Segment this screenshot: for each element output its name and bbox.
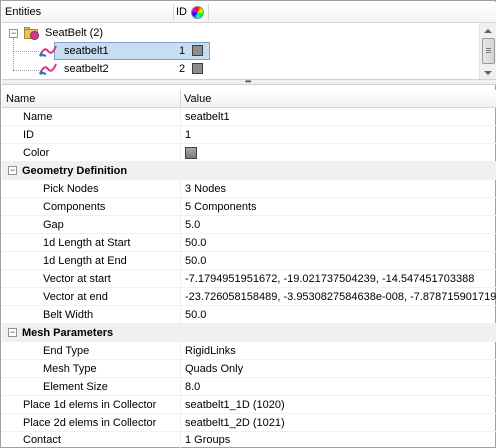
tree-header: Entities ID [2,2,496,23]
property-row-id[interactable]: ID 1 [2,126,496,144]
property-row-belt-width[interactable]: Belt Width 50.0 [2,306,496,324]
panel-splitter[interactable]: ••• [2,77,496,86]
property-row-components[interactable]: Components 5 Components [2,198,496,216]
collapse-icon[interactable]: − [8,328,17,337]
property-value[interactable]: 50.0 [185,237,206,249]
collapse-icon[interactable]: − [8,166,17,175]
property-row-1d-length-start[interactable]: 1d Length at Start 50.0 [2,234,496,252]
property-row-2d-collector[interactable]: Place 2d elems in Collector seatbelt1_2D… [2,414,496,432]
property-label: Place 1d elems in Collector [23,399,157,411]
property-label: Element Size [43,381,108,393]
item-id: 1 [179,45,186,57]
splitter-grip-icon: ••• [245,77,251,86]
property-value[interactable]: Quads Only [185,363,243,375]
column-header-value[interactable]: Value [184,93,211,105]
entity-editor-panel: Entities ID − SeatBelt (2) seatbelt1 1 s… [0,0,496,448]
property-row-gap[interactable]: Gap 5.0 [2,216,496,234]
property-value[interactable]: 5.0 [185,219,200,231]
item-color-swatch[interactable] [192,45,203,56]
property-label: Name [23,111,53,123]
property-value[interactable]: -7.1794951951672, -19.021737504239, -14.… [185,273,474,285]
property-row-element-size[interactable]: Element Size 8.0 [2,378,496,396]
collector-label: SeatBelt (2) [45,27,104,39]
scroll-up-icon[interactable] [484,29,492,33]
property-label: Gap [43,219,64,231]
property-row-end-type[interactable]: End Type RigidLinks [2,342,496,360]
property-label: Color [23,147,50,159]
seatbelt-icon [39,45,57,57]
property-value[interactable]: 1 Groups [185,434,230,446]
entities-tree: Entities ID − SeatBelt (2) seatbelt1 1 s… [2,2,496,82]
group-geometry-definition[interactable]: − Geometry Definition [2,162,496,180]
item-id: 2 [179,63,186,75]
property-row-mesh-type[interactable]: Mesh Type Quads Only [2,360,496,378]
item-label: seatbelt2 [64,63,109,75]
property-value[interactable]: seatbelt1_1D (1020) [185,399,285,411]
property-label: Vector at start [43,273,111,285]
scroll-thumb[interactable] [482,38,495,64]
property-row-contact[interactable]: Contact 1 Groups [2,431,496,448]
property-row-1d-length-end[interactable]: 1d Length at End 50.0 [2,252,496,270]
scroll-down-icon[interactable] [484,71,492,75]
tree-row-seatbelt2[interactable]: seatbelt2 2 [2,60,478,78]
column-divider[interactable] [180,90,181,108]
property-row-1d-collector[interactable]: Place 1d elems in Collector seatbelt1_1D… [2,396,496,414]
property-row-color[interactable]: Color [2,144,496,162]
property-label: Mesh Type [43,363,97,375]
color-swatch[interactable] [185,147,197,159]
property-label: 1d Length at End [43,255,127,267]
property-label: ID [23,129,34,141]
property-label: Pick Nodes [43,183,99,195]
property-value[interactable]: 3 Nodes [185,183,226,195]
property-value[interactable]: 5 Components [185,201,257,213]
property-value[interactable]: RigidLinks [185,345,236,357]
property-value[interactable]: -23.726058158489, -3.9530827584638e-008,… [185,291,496,303]
property-row-vector-end[interactable]: Vector at end -23.726058158489, -3.95308… [2,288,496,306]
property-value[interactable]: seatbelt1 [185,111,230,123]
group-mesh-parameters[interactable]: − Mesh Parameters [2,324,496,342]
group-title: Geometry Definition [22,165,128,177]
tree-row-seatbelt1[interactable]: seatbelt1 1 [2,42,478,60]
collapse-icon[interactable]: − [9,29,18,38]
tree-scrollbar[interactable] [479,23,496,80]
property-label: Contact [23,434,61,446]
item-color-swatch[interactable] [192,63,203,74]
property-row-name[interactable]: Name seatbelt1 [2,108,496,126]
property-label: Vector at end [43,291,108,303]
property-row-vector-start[interactable]: Vector at start -7.1794951951672, -19.02… [2,270,496,288]
column-header-id[interactable]: ID [176,6,187,18]
property-value[interactable]: 50.0 [185,255,206,267]
column-divider[interactable] [173,4,174,21]
property-value[interactable]: 8.0 [185,381,200,393]
property-label: Place 2d elems in Collector [23,417,157,429]
column-divider[interactable] [208,4,209,21]
item-label: seatbelt1 [64,45,109,57]
group-title: Mesh Parameters [22,327,114,339]
collector-folder-icon [24,27,40,40]
property-label: 1d Length at Start [43,237,131,249]
column-header-name[interactable]: Name [6,93,35,105]
property-value[interactable]: seatbelt1_2D (1021) [185,417,285,429]
property-label: End Type [43,345,90,357]
tree-row-collector[interactable]: − SeatBelt (2) [2,24,478,42]
property-label: Belt Width [43,309,94,321]
property-value[interactable]: 50.0 [185,309,206,321]
property-row-pick-nodes[interactable]: Pick Nodes 3 Nodes [2,180,496,198]
property-value: 1 [185,129,192,141]
column-header-entities[interactable]: Entities [5,6,41,18]
property-label: Components [43,201,106,213]
property-grid-header: Name Value [2,90,496,108]
color-wheel-icon[interactable] [191,6,204,19]
seatbelt-icon [39,63,57,75]
